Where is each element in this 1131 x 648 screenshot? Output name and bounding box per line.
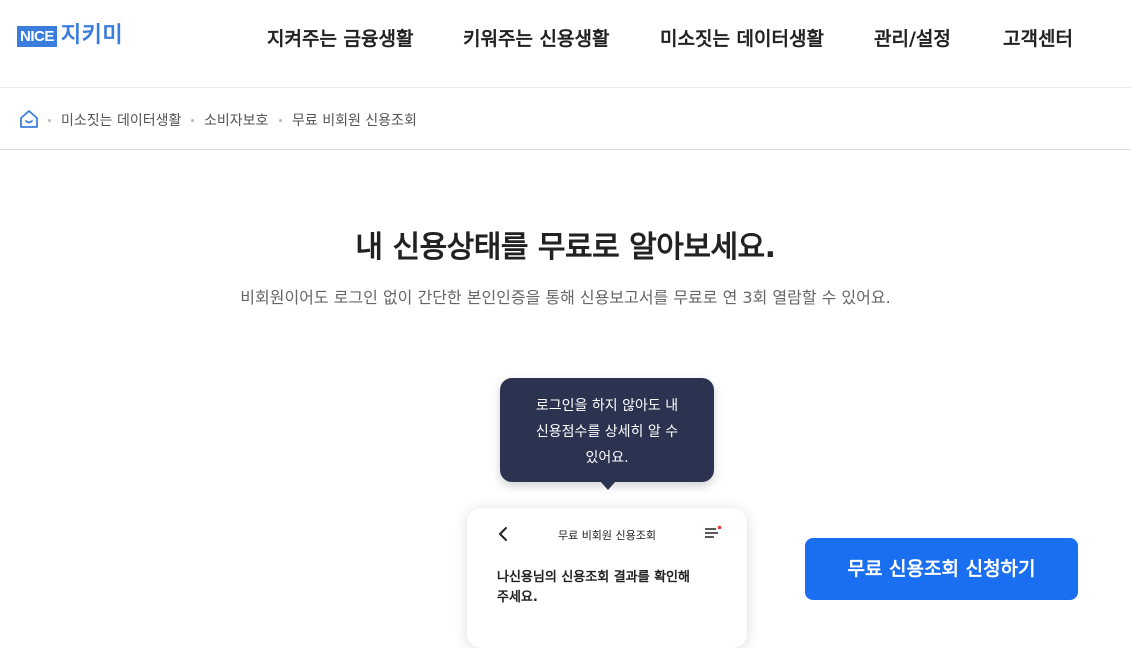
breadcrumb-item-consumer-protection[interactable]: 소비자보호 bbox=[204, 110, 268, 130]
menu-icon bbox=[705, 525, 722, 538]
page-subtitle: 비회원이어도 로그인 없이 간단한 본인인증을 통해 신용보고서를 무료로 연 … bbox=[240, 288, 891, 307]
home-icon[interactable] bbox=[19, 109, 39, 129]
phone-body-line: 주세요. bbox=[497, 590, 538, 605]
info-tooltip: 로그인을 하지 않아도 내 신용점수를 상세히 알 수 있어요. bbox=[500, 378, 714, 482]
nav-item-credit[interactable]: 키워주는 신용생활 bbox=[463, 24, 609, 51]
breadcrumb: 미소짓는 데이터생활 소비자보호 무료 비회원 신용조회 bbox=[0, 89, 1131, 150]
nav-item-settings[interactable]: 관리/설정 bbox=[874, 24, 951, 51]
logo[interactable]: NICE 지키미 bbox=[17, 25, 123, 47]
breadcrumb-separator bbox=[191, 119, 194, 122]
tooltip-line: 로그인을 하지 않아도 내 bbox=[535, 398, 679, 414]
logo-nice-mark: NICE bbox=[17, 25, 57, 47]
breadcrumb-item-data[interactable]: 미소짓는 데이터생활 bbox=[61, 110, 181, 130]
breadcrumb-item-free-credit-check[interactable]: 무료 비회원 신용조회 bbox=[292, 110, 417, 130]
page-title: 내 신용상태를 무료로 알아보세요. bbox=[355, 230, 776, 265]
nav-item-finance[interactable]: 지켜주는 금융생활 bbox=[267, 24, 413, 51]
tooltip-line: 신용점수를 상세히 알 수 bbox=[535, 424, 679, 440]
phone-preview-card: 무료 비회원 신용조회 나신용님의 신용조회 결과를 확인해 주세요. bbox=[467, 508, 747, 648]
tooltip-tail bbox=[600, 481, 616, 490]
logo-wordmark: 지키미 bbox=[60, 23, 124, 48]
breadcrumb-separator bbox=[48, 119, 51, 122]
phone-result-text: 나신용님의 신용조회 결과를 확인해 주세요. bbox=[497, 568, 697, 608]
tooltip-line: 있어요. bbox=[585, 450, 629, 466]
free-credit-check-apply-button[interactable]: 무료 신용조회 신청하기 bbox=[805, 538, 1078, 600]
phone-body-line: 나신용님의 신용조회 결과를 확인해 bbox=[497, 570, 690, 585]
nav-item-support[interactable]: 고객센터 bbox=[1003, 24, 1073, 51]
breadcrumb-separator bbox=[279, 119, 282, 122]
site-header: NICE 지키미 지켜주는 금융생활 키워주는 신용생활 미소짓는 데이터생활 … bbox=[0, 0, 1131, 88]
nav-item-data[interactable]: 미소짓는 데이터생활 bbox=[660, 24, 824, 51]
